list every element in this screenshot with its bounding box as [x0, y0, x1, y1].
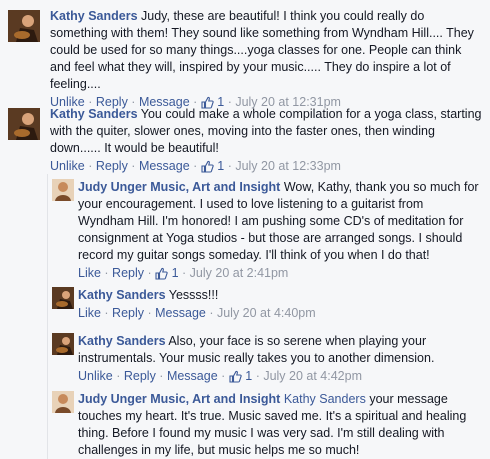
avatar[interactable]: [8, 108, 40, 140]
comment-thread: Kathy Sanders Judy, these are beautiful!…: [0, 0, 490, 459]
message-link[interactable]: Message: [167, 369, 218, 383]
comment-actions: Like · Reply · Message · July 20 at 4:40…: [78, 306, 316, 320]
comment-author[interactable]: Kathy Sanders: [78, 288, 166, 302]
thumbs-up-icon: [201, 160, 214, 173]
comment: Kathy Sanders You could make a whole com…: [0, 98, 490, 174]
comment-actions: Unlike · Reply · Message · 1 · July 20 a…: [78, 369, 362, 383]
comment-timestamp[interactable]: July 20 at 4:40pm: [217, 306, 316, 320]
comment-author[interactable]: Kathy Sanders: [78, 334, 166, 348]
reply: Judy Unger Music, Art and Insight Kathy …: [47, 386, 490, 459]
comment-author[interactable]: Kathy Sanders: [50, 9, 138, 23]
comment: Kathy Sanders Judy, these are beautiful!…: [0, 0, 490, 109]
like-count-value: 1: [171, 266, 179, 280]
comment-timestamp[interactable]: July 20 at 12:33pm: [235, 159, 341, 173]
avatar[interactable]: [52, 333, 74, 355]
comment-author[interactable]: Kathy Sanders: [50, 107, 138, 121]
thumbs-up-icon: [229, 370, 242, 383]
like-link[interactable]: Like: [78, 306, 101, 320]
mention-link[interactable]: Kathy Sanders: [284, 392, 366, 406]
reply: Judy Unger Music, Art and Insight Wow, K…: [47, 174, 490, 282]
avatar[interactable]: [8, 10, 40, 42]
reply-link[interactable]: Reply: [96, 159, 128, 173]
reply-link[interactable]: Reply: [112, 266, 144, 280]
thumbs-up-icon: [155, 267, 168, 280]
like-count[interactable]: 1: [201, 159, 224, 173]
like-count[interactable]: 1: [155, 266, 179, 280]
unlike-link[interactable]: Unlike: [50, 159, 85, 173]
comment-author[interactable]: Judy Unger Music, Art and Insight: [78, 180, 280, 194]
reply: Kathy Sanders Also, your face is so sere…: [47, 328, 490, 386]
like-link[interactable]: Like: [78, 266, 101, 280]
comment-text: Yessss!!!: [168, 288, 219, 302]
comment-actions: Like · Reply · 1 · July 20 at 2:41pm: [78, 266, 289, 280]
reply-link[interactable]: Reply: [124, 369, 156, 383]
unlike-link[interactable]: Unlike: [78, 369, 113, 383]
comment-timestamp[interactable]: July 20 at 4:42pm: [263, 369, 362, 383]
avatar[interactable]: [52, 287, 74, 309]
reply: Kathy Sanders Yessss!!! Like · Reply · M…: [47, 282, 490, 328]
comment-author[interactable]: Judy Unger Music, Art and Insight: [78, 392, 280, 406]
comment-actions: Unlike · Reply · Message · 1 · July 20 a…: [50, 159, 341, 173]
like-count[interactable]: 1: [229, 369, 252, 383]
avatar[interactable]: [52, 391, 74, 413]
message-link[interactable]: Message: [139, 159, 190, 173]
reply-link[interactable]: Reply: [112, 306, 144, 320]
comment-timestamp[interactable]: July 20 at 2:41pm: [190, 266, 289, 280]
avatar[interactable]: [52, 179, 74, 201]
message-link[interactable]: Message: [155, 306, 206, 320]
